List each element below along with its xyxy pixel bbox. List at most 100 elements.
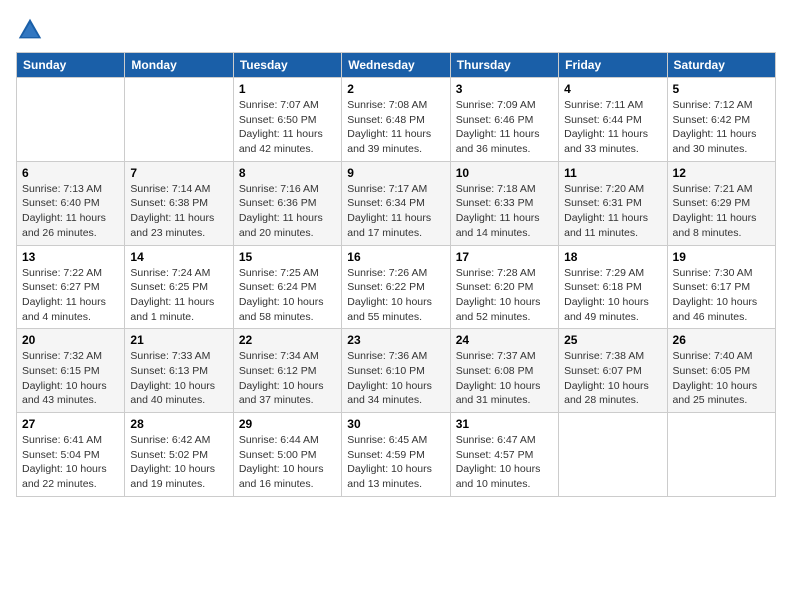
calendar-cell: 24 Sunrise: 7:37 AM Sunset: 6:08 PM Dayli… bbox=[450, 329, 558, 413]
day-number: 16 bbox=[347, 250, 444, 264]
day-number: 17 bbox=[456, 250, 553, 264]
column-header-thursday: Thursday bbox=[450, 53, 558, 78]
calendar-cell: 1 Sunrise: 7:07 AM Sunset: 6:50 PM Daylig… bbox=[233, 78, 341, 162]
day-info: Sunrise: 6:41 AM Sunset: 5:04 PM Dayligh… bbox=[22, 433, 119, 492]
calendar-cell: 13 Sunrise: 7:22 AM Sunset: 6:27 PM Dayli… bbox=[17, 245, 125, 329]
day-number: 2 bbox=[347, 82, 444, 96]
day-number: 9 bbox=[347, 166, 444, 180]
calendar-cell bbox=[559, 413, 667, 497]
calendar-week-row: 6 Sunrise: 7:13 AM Sunset: 6:40 PM Daylig… bbox=[17, 161, 776, 245]
day-number: 26 bbox=[673, 333, 770, 347]
day-number: 21 bbox=[130, 333, 227, 347]
day-info: Sunrise: 7:18 AM Sunset: 6:33 PM Dayligh… bbox=[456, 182, 553, 241]
calendar-week-row: 27 Sunrise: 6:41 AM Sunset: 5:04 PM Dayli… bbox=[17, 413, 776, 497]
calendar-cell: 20Sunrise: 7:32 AM Sunset: 6:15 PM Dayli… bbox=[17, 329, 125, 413]
day-number: 19 bbox=[673, 250, 770, 264]
day-number: 31 bbox=[456, 417, 553, 431]
day-info: Sunrise: 6:44 AM Sunset: 5:00 PM Dayligh… bbox=[239, 433, 336, 492]
calendar-cell: 30 Sunrise: 6:45 AM Sunset: 4:59 PM Dayli… bbox=[342, 413, 450, 497]
day-number: 27 bbox=[22, 417, 119, 431]
day-info: Sunrise: 7:24 AM Sunset: 6:25 PM Dayligh… bbox=[130, 266, 227, 325]
day-number: 13 bbox=[22, 250, 119, 264]
calendar-cell bbox=[17, 78, 125, 162]
calendar-cell: 14 Sunrise: 7:24 AM Sunset: 6:25 PM Dayli… bbox=[125, 245, 233, 329]
calendar-week-row: 13 Sunrise: 7:22 AM Sunset: 6:27 PM Dayli… bbox=[17, 245, 776, 329]
day-info: Sunrise: 7:25 AM Sunset: 6:24 PM Dayligh… bbox=[239, 266, 336, 325]
calendar-cell: 29 Sunrise: 6:44 AM Sunset: 5:00 PM Dayli… bbox=[233, 413, 341, 497]
calendar-cell: 21Sunrise: 7:33 AM Sunset: 6:13 PM Dayli… bbox=[125, 329, 233, 413]
day-info: Sunrise: 7:08 AM Sunset: 6:48 PM Dayligh… bbox=[347, 98, 444, 157]
day-info: Sunrise: 7:29 AM Sunset: 6:18 PM Dayligh… bbox=[564, 266, 661, 325]
day-info: Sunrise: 7:16 AM Sunset: 6:36 PM Dayligh… bbox=[239, 182, 336, 241]
day-number: 3 bbox=[456, 82, 553, 96]
day-number: 15 bbox=[239, 250, 336, 264]
calendar-week-row: 20Sunrise: 7:32 AM Sunset: 6:15 PM Dayli… bbox=[17, 329, 776, 413]
calendar-cell: 19 Sunrise: 7:30 AM Sunset: 6:17 PM Dayli… bbox=[667, 245, 775, 329]
calendar-cell: 12Sunrise: 7:21 AM Sunset: 6:29 PM Dayli… bbox=[667, 161, 775, 245]
day-info: Sunrise: 7:17 AM Sunset: 6:34 PM Dayligh… bbox=[347, 182, 444, 241]
day-info: Sunrise: 7:38 AM Sunset: 6:07 PM Dayligh… bbox=[564, 349, 661, 408]
day-info: Sunrise: 7:30 AM Sunset: 6:17 PM Dayligh… bbox=[673, 266, 770, 325]
day-number: 1 bbox=[239, 82, 336, 96]
calendar-cell: 28 Sunrise: 6:42 AM Sunset: 5:02 PM Dayli… bbox=[125, 413, 233, 497]
day-number: 4 bbox=[564, 82, 661, 96]
calendar-header-row: SundayMondayTuesdayWednesdayThursdayFrid… bbox=[17, 53, 776, 78]
day-number: 14 bbox=[130, 250, 227, 264]
page-header bbox=[16, 16, 776, 44]
column-header-wednesday: Wednesday bbox=[342, 53, 450, 78]
day-number: 23 bbox=[347, 333, 444, 347]
day-info: Sunrise: 7:20 AM Sunset: 6:31 PM Dayligh… bbox=[564, 182, 661, 241]
calendar-cell: 11 Sunrise: 7:20 AM Sunset: 6:31 PM Dayli… bbox=[559, 161, 667, 245]
day-number: 11 bbox=[564, 166, 661, 180]
calendar-week-row: 1 Sunrise: 7:07 AM Sunset: 6:50 PM Daylig… bbox=[17, 78, 776, 162]
calendar-cell: 16 Sunrise: 7:26 AM Sunset: 6:22 PM Dayli… bbox=[342, 245, 450, 329]
calendar-cell: 7Sunrise: 7:14 AM Sunset: 6:38 PM Daylig… bbox=[125, 161, 233, 245]
day-number: 24 bbox=[456, 333, 553, 347]
calendar-table: SundayMondayTuesdayWednesdayThursdayFrid… bbox=[16, 52, 776, 497]
day-info: Sunrise: 6:45 AM Sunset: 4:59 PM Dayligh… bbox=[347, 433, 444, 492]
day-number: 30 bbox=[347, 417, 444, 431]
calendar-cell: 6 Sunrise: 7:13 AM Sunset: 6:40 PM Daylig… bbox=[17, 161, 125, 245]
calendar-cell: 10Sunrise: 7:18 AM Sunset: 6:33 PM Dayli… bbox=[450, 161, 558, 245]
calendar-cell: 18 Sunrise: 7:29 AM Sunset: 6:18 PM Dayli… bbox=[559, 245, 667, 329]
calendar-cell: 4 Sunrise: 7:11 AM Sunset: 6:44 PM Daylig… bbox=[559, 78, 667, 162]
calendar-cell: 5Sunrise: 7:12 AM Sunset: 6:42 PM Daylig… bbox=[667, 78, 775, 162]
day-info: Sunrise: 7:26 AM Sunset: 6:22 PM Dayligh… bbox=[347, 266, 444, 325]
day-info: Sunrise: 7:14 AM Sunset: 6:38 PM Dayligh… bbox=[130, 182, 227, 241]
calendar-cell: 8 Sunrise: 7:16 AM Sunset: 6:36 PM Daylig… bbox=[233, 161, 341, 245]
calendar-cell: 31 Sunrise: 6:47 AM Sunset: 4:57 PM Dayli… bbox=[450, 413, 558, 497]
day-info: Sunrise: 7:13 AM Sunset: 6:40 PM Dayligh… bbox=[22, 182, 119, 241]
logo bbox=[16, 16, 48, 44]
day-info: Sunrise: 7:09 AM Sunset: 6:46 PM Dayligh… bbox=[456, 98, 553, 157]
day-info: Sunrise: 7:36 AM Sunset: 6:10 PM Dayligh… bbox=[347, 349, 444, 408]
column-header-saturday: Saturday bbox=[667, 53, 775, 78]
day-info: Sunrise: 7:37 AM Sunset: 6:08 PM Dayligh… bbox=[456, 349, 553, 408]
day-info: Sunrise: 6:47 AM Sunset: 4:57 PM Dayligh… bbox=[456, 433, 553, 492]
day-info: Sunrise: 7:07 AM Sunset: 6:50 PM Dayligh… bbox=[239, 98, 336, 157]
day-number: 28 bbox=[130, 417, 227, 431]
calendar-cell: 17 Sunrise: 7:28 AM Sunset: 6:20 PM Dayli… bbox=[450, 245, 558, 329]
calendar-cell: 23 Sunrise: 7:36 AM Sunset: 6:10 PM Dayli… bbox=[342, 329, 450, 413]
day-number: 25 bbox=[564, 333, 661, 347]
day-info: Sunrise: 7:11 AM Sunset: 6:44 PM Dayligh… bbox=[564, 98, 661, 157]
day-info: Sunrise: 7:28 AM Sunset: 6:20 PM Dayligh… bbox=[456, 266, 553, 325]
day-info: Sunrise: 6:42 AM Sunset: 5:02 PM Dayligh… bbox=[130, 433, 227, 492]
day-info: Sunrise: 7:40 AM Sunset: 6:05 PM Dayligh… bbox=[673, 349, 770, 408]
calendar-cell bbox=[125, 78, 233, 162]
day-info: Sunrise: 7:22 AM Sunset: 6:27 PM Dayligh… bbox=[22, 266, 119, 325]
day-number: 8 bbox=[239, 166, 336, 180]
calendar-cell bbox=[667, 413, 775, 497]
calendar-cell: 25 Sunrise: 7:38 AM Sunset: 6:07 PM Dayli… bbox=[559, 329, 667, 413]
day-number: 20 bbox=[22, 333, 119, 347]
calendar-cell: 27 Sunrise: 6:41 AM Sunset: 5:04 PM Dayli… bbox=[17, 413, 125, 497]
day-number: 5 bbox=[673, 82, 770, 96]
calendar-cell: 2 Sunrise: 7:08 AM Sunset: 6:48 PM Daylig… bbox=[342, 78, 450, 162]
column-header-monday: Monday bbox=[125, 53, 233, 78]
day-info: Sunrise: 7:21 AM Sunset: 6:29 PM Dayligh… bbox=[673, 182, 770, 241]
day-number: 29 bbox=[239, 417, 336, 431]
day-number: 6 bbox=[22, 166, 119, 180]
day-info: Sunrise: 7:34 AM Sunset: 6:12 PM Dayligh… bbox=[239, 349, 336, 408]
calendar-cell: 3 Sunrise: 7:09 AM Sunset: 6:46 PM Daylig… bbox=[450, 78, 558, 162]
calendar-cell: 15 Sunrise: 7:25 AM Sunset: 6:24 PM Dayli… bbox=[233, 245, 341, 329]
day-number: 18 bbox=[564, 250, 661, 264]
